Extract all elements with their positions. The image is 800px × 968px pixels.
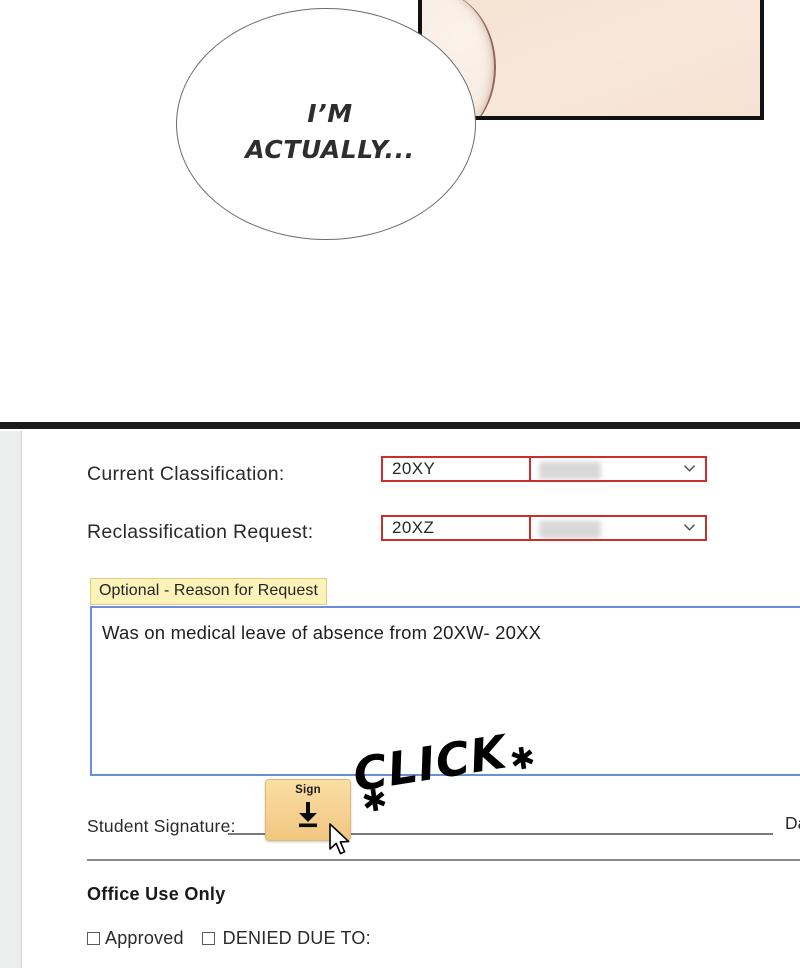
sign-button-label: Sign (295, 784, 321, 796)
denied-checkbox-option[interactable]: DENIED DUE TO: (201, 928, 371, 949)
date-label: Date (785, 813, 800, 833)
redacted-value-blur (539, 463, 601, 478)
screenshot-root: I’M ACTUALLY... Current Classification: … (0, 0, 800, 968)
reclassification-request-label: Reclassification Request: (87, 521, 314, 543)
reclassification-request-value[interactable]: 20XZ (383, 517, 531, 539)
current-classification-value[interactable]: 20XY (383, 458, 531, 480)
reclassification-request-dropdown[interactable] (531, 517, 705, 539)
office-use-only-heading: Office Use Only (87, 884, 226, 904)
denied-label: DENIED DUE TO: (222, 928, 371, 948)
student-signature-label: Student Signature: (87, 815, 236, 836)
reason-textarea-value[interactable]: Was on medical leave of absence from 20X… (92, 608, 800, 644)
approved-checkbox-option[interactable]: Approved (87, 928, 184, 949)
current-classification-dropdown[interactable] (531, 458, 705, 480)
redacted-value-blur (539, 522, 601, 537)
chevron-down-icon[interactable] (684, 524, 695, 531)
comic-region: I’M ACTUALLY... (0, 0, 800, 425)
reason-textarea[interactable]: Was on medical leave of absence from 20X… (90, 606, 800, 776)
denied-checkbox[interactable] (201, 932, 215, 945)
current-classification-combobox[interactable]: 20XY (381, 456, 707, 482)
viewer-scroll-gutter[interactable] (0, 431, 22, 968)
reclassification-request-combobox[interactable]: 20XZ (381, 515, 707, 541)
chevron-down-icon[interactable] (684, 465, 695, 472)
section-rule (87, 859, 800, 861)
sign-button[interactable]: Sign (265, 779, 351, 841)
office-use-options: Approved DENIED DUE TO: (87, 928, 371, 949)
approved-checkbox[interactable] (87, 932, 100, 945)
pdf-viewer-region: Current Classification: 20XY Reclassific… (0, 431, 800, 968)
section-divider (0, 422, 800, 429)
download-arrow-icon (293, 800, 323, 833)
current-classification-row: Current Classification: (87, 463, 285, 486)
approved-label: Approved (105, 928, 184, 948)
reclassification-request-row: Reclassification Request: (87, 521, 313, 544)
student-signature-row: Student Signature: (87, 812, 800, 840)
pdf-page-sheet: Current Classification: 20XY Reclassific… (23, 431, 800, 968)
current-classification-label: Current Classification: (87, 463, 285, 485)
reason-field-tooltip: Optional - Reason for Request (90, 578, 328, 605)
speech-bubble-text: I’M ACTUALLY... (245, 99, 415, 164)
